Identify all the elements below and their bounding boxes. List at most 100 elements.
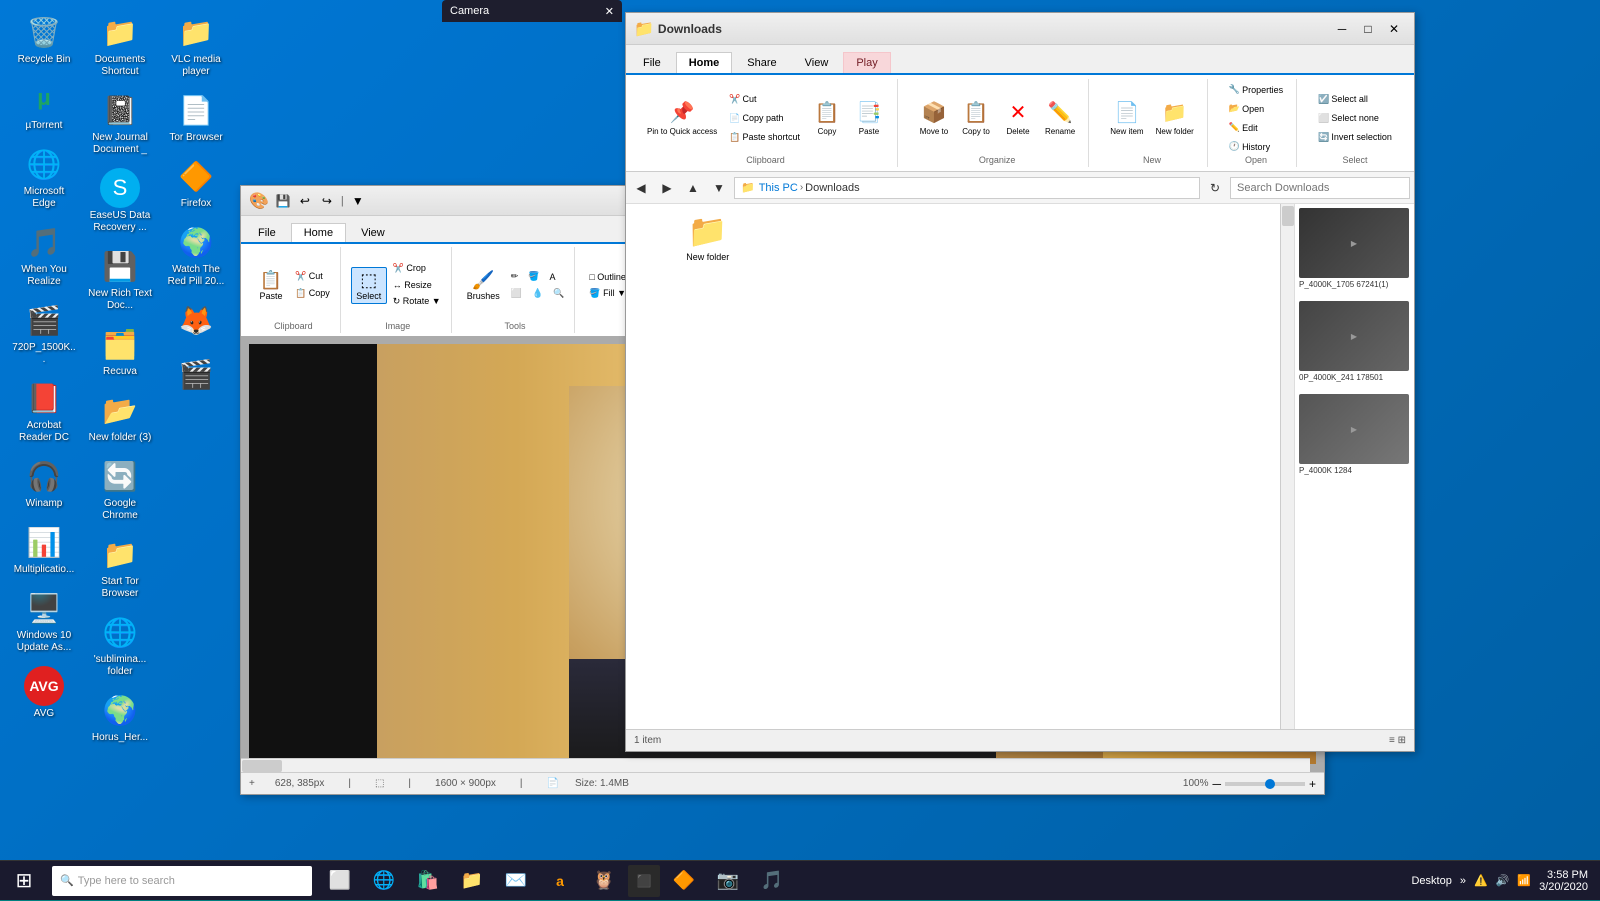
invert-selection-btn[interactable]: 🔄 Invert selection [1313, 129, 1397, 146]
desktop-icon-new-folder-3[interactable]: 📁 Start Tor Browser [84, 530, 156, 604]
desktop-icon-tor[interactable]: 🌍 Horus_Her... [84, 686, 156, 748]
paste-btn[interactable]: 📑 Paste [849, 97, 889, 139]
copy-btn[interactable]: 📋 Copy [807, 97, 847, 139]
breadcrumb-this-pc[interactable]: This PC [759, 182, 798, 194]
taskbar-store[interactable]: 🛍️ [408, 861, 448, 901]
open-btn[interactable]: 📂 Open [1224, 100, 1288, 117]
desktop-icon-edge[interactable]: 🌐 Microsoft Edge [8, 140, 80, 214]
desktop-icon-multiplication[interactable]: 📊 Multiplicatio... [8, 518, 80, 580]
search-input[interactable] [1230, 177, 1410, 199]
select-btn[interactable]: ⬚ Select [351, 267, 387, 304]
eraser-btn[interactable]: ⬜ [507, 286, 526, 301]
desktop-icon-horus[interactable]: 📄 Tor Browser [160, 86, 232, 148]
new-item-btn[interactable]: 📄 New item [1105, 97, 1148, 139]
up-button[interactable]: ▲ [682, 177, 704, 199]
desktop-icon-desktop-shortcuts[interactable]: 🗂️ Recuva [84, 320, 156, 382]
paint-hscroll[interactable] [241, 758, 1310, 772]
history-btn[interactable]: 🕐 History [1224, 138, 1288, 155]
taskbar-search-box[interactable]: 🔍 Type here to search [52, 866, 312, 896]
zoom-slider[interactable] [1225, 782, 1305, 786]
thumbnail-3[interactable]: ▶ [1299, 394, 1409, 464]
desktop-icon-watch-red-pill[interactable]: 🎬 [160, 350, 232, 400]
paste-shortcut-btn[interactable]: 📋 Paste shortcut [724, 129, 805, 146]
thumbnail-1[interactable]: ▶ [1299, 208, 1409, 278]
tab-share[interactable]: Share [734, 52, 789, 73]
move-to-btn[interactable]: 📦 Move to [914, 97, 954, 139]
fill-btn[interactable]: 🪣 [524, 269, 543, 284]
paint-hscroll-thumb[interactable] [242, 760, 282, 772]
forward-button[interactable]: ▶ [656, 177, 678, 199]
desktop-icon-720p[interactable]: 🎬 720P_1500K... [8, 296, 80, 370]
undo-qa-btn[interactable]: ↩ [295, 191, 315, 211]
desktop-icon-avg[interactable]: AVG AVG [8, 662, 80, 724]
desktop-icon-subliminal[interactable]: 📁 VLC media player [160, 8, 232, 82]
zoom-out-btn[interactable]: ─ [1212, 777, 1221, 791]
copy-to-btn[interactable]: 📋 Copy to [956, 97, 996, 139]
resize-btn[interactable]: ↔ Resize [389, 278, 445, 292]
tab-home[interactable]: Home [676, 52, 733, 73]
brushes-btn[interactable]: 🖌️ Brushes [462, 267, 505, 304]
copy-path-btn[interactable]: 📄 Copy path [724, 110, 805, 127]
taskbar-amazon[interactable]: a [540, 861, 580, 901]
taskbar-misc2[interactable]: 🎵 [752, 861, 792, 901]
paint-tab-view[interactable]: View [348, 223, 398, 242]
show-desktop-chevron[interactable]: » [1460, 875, 1466, 887]
taskbar-vlc[interactable]: 🔶 [664, 861, 704, 901]
desktop-icon-new-journal[interactable]: 📓 New Journal Document _ [84, 86, 156, 160]
tab-play[interactable]: Play [843, 52, 890, 73]
desktop-icon-windows-update[interactable]: 🖥️ Windows 10 Update As... [8, 584, 80, 658]
new-folder-btn[interactable]: 📁 New folder [1151, 97, 1199, 139]
thumbnail-2[interactable]: ▶ [1299, 301, 1409, 371]
maximize-button[interactable]: □ [1356, 19, 1380, 39]
refresh-btn[interactable]: ↻ [1204, 177, 1226, 199]
desktop-icon-firefox[interactable]: 🦊 [160, 296, 232, 346]
taskbar-task-view[interactable]: ⬜ [320, 861, 360, 901]
paint-paste-btn[interactable]: 📋 Paste [253, 267, 289, 304]
vertical-scrollbar[interactable] [1280, 204, 1294, 729]
rename-btn[interactable]: ✏️ Rename [1040, 97, 1080, 139]
start-button[interactable]: ⊞ [0, 861, 48, 901]
edit-btn[interactable]: ✏️ Edit [1224, 119, 1288, 136]
select-none-btn[interactable]: ⬜ Select none [1313, 110, 1397, 127]
file-item-new-folder[interactable]: 📁 New folder [630, 208, 786, 266]
tab-file[interactable]: File [630, 52, 674, 73]
paint-tab-home[interactable]: Home [291, 223, 346, 242]
recent-btn[interactable]: ▼ [708, 177, 730, 199]
magnifier-btn[interactable]: 🔍 [549, 286, 568, 301]
desktop-icon-freefileview[interactable]: 📂 New folder (3) [84, 386, 156, 448]
desktop-icon-recuva[interactable]: 🔄 Google Chrome [84, 452, 156, 526]
desktop-icon-acrobat[interactable]: 📕 Acrobat Reader DC [8, 374, 80, 448]
desktop-icon-vlc[interactable]: 🔶 Firefox [160, 152, 232, 214]
qa-dropdown[interactable]: ▼ [348, 191, 368, 211]
desktop-icon-recycle-bin[interactable]: 🗑️ Recycle Bin [8, 8, 80, 70]
minimize-button[interactable]: ─ [1330, 19, 1354, 39]
desktop-icon-winamp[interactable]: 🎧 Winamp [8, 452, 80, 514]
text-btn[interactable]: A [545, 269, 559, 284]
tab-view[interactable]: View [792, 52, 842, 73]
paint-cut-btn[interactable]: ✂️ Cut [291, 269, 334, 284]
address-bar[interactable]: 📁 This PC › Downloads [734, 177, 1200, 199]
desktop-icon-documents-shortcut[interactable]: 📁 Documents Shortcut [84, 8, 156, 82]
desktop-icon-when-you-realize[interactable]: 🎵 When You Realize [8, 218, 80, 292]
desktop-icon-skype[interactable]: S EaseUS Data Recovery ... [84, 164, 156, 238]
taskbar-mail[interactable]: ✉️ [496, 861, 536, 901]
zoom-in-btn[interactable]: + [1309, 777, 1316, 791]
delete-btn[interactable]: ✕ Delete [998, 97, 1038, 139]
taskbar-edge[interactable]: 🌐 [364, 861, 404, 901]
desktop-icon-easeus[interactable]: 💾 New Rich Text Doc... [84, 242, 156, 316]
crop-btn[interactable]: ✂️ Crop [389, 261, 445, 276]
paint-copy-btn[interactable]: 📋 Copy [291, 286, 334, 301]
taskbar-misc1[interactable]: ⬛ [628, 865, 660, 897]
save-qa-btn[interactable]: 💾 [273, 191, 293, 211]
taskbar-file-explorer[interactable]: 📁 [452, 861, 492, 901]
color-picker-btn[interactable]: 💧 [528, 286, 547, 301]
paint-tab-file[interactable]: File [245, 223, 289, 242]
select-all-btn[interactable]: ☑️ Select all [1313, 91, 1397, 108]
rotate-btn[interactable]: ↻ Rotate ▼ [389, 294, 445, 309]
breadcrumb-downloads[interactable]: Downloads [805, 182, 859, 194]
camera-close-btn[interactable]: ✕ [605, 5, 614, 18]
clock[interactable]: 3:58 PM 3/20/2020 [1539, 869, 1588, 893]
pin-to-quick-btn[interactable]: 📌 Pin to Quick access [642, 97, 722, 139]
back-button[interactable]: ◀ [630, 177, 652, 199]
desktop-icon-tor-browser[interactable]: 🌍 Watch The Red Pill 20... [160, 218, 232, 292]
